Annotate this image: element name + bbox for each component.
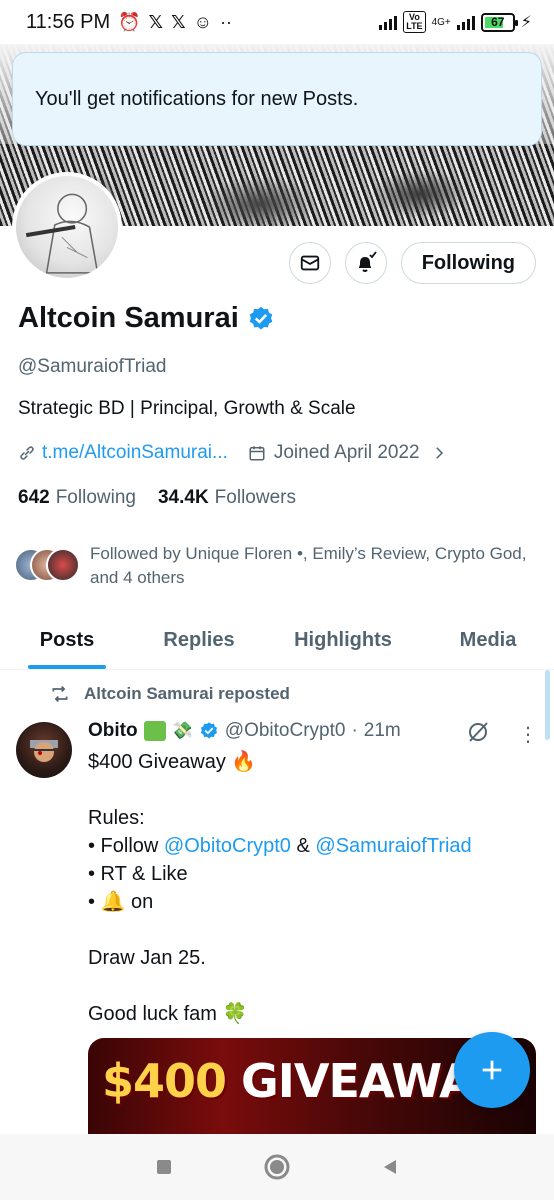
followers-count-link[interactable]: 34.4K Followers	[158, 487, 296, 509]
profile-meta: t.me/AltcoinSamurai... Joined April 2022	[18, 442, 448, 464]
following-count-link[interactable]: 642 Following	[18, 487, 136, 509]
status-right: Vo LTE 4G+ 67 ⚡	[379, 11, 532, 33]
status-time: 11:56 PM	[26, 10, 111, 33]
verified-badge-icon	[249, 306, 273, 329]
following-button[interactable]: Following	[400, 242, 536, 284]
signal-icon	[456, 14, 475, 30]
repost-label[interactable]: Altcoin Samurai reposted	[84, 684, 290, 704]
tweet-line: • Follow @ObitoCrypt0 & @SamuraiofTriad	[88, 832, 472, 860]
battery-icon: 67	[480, 12, 518, 32]
grok-icon[interactable]	[466, 720, 490, 744]
more-icon[interactable]: ⋮	[518, 722, 538, 747]
avatar	[46, 548, 80, 582]
profile-avatar[interactable]	[12, 172, 122, 282]
profile-joined: Joined April 2022	[273, 442, 420, 463]
more-notifications-icon: ··	[219, 11, 232, 32]
battery-level: 67	[491, 15, 505, 29]
tab-posts[interactable]: Posts	[0, 612, 134, 669]
tweet-text-fragment: &	[290, 835, 316, 857]
followed-by[interactable]: Followed by Unique Floren •, Emily’s Rev…	[14, 542, 540, 590]
followers-count: 34.4K	[157, 487, 209, 508]
chevron-right-icon[interactable]	[430, 444, 448, 462]
repost-icon	[52, 685, 68, 703]
image-giveaway-text: $400 GIVEAWAY	[102, 1054, 503, 1108]
message-button[interactable]	[288, 242, 331, 284]
bell-check-icon	[358, 251, 377, 272]
profile-link[interactable]: t.me/AltcoinSamurai...	[42, 442, 228, 464]
status-notification-icons: ⏰ 𝕏 𝕏 ☺ ··	[118, 12, 232, 33]
tweet-text: $400 Giveaway 🔥 Rules: • Follow @ObitoCr…	[88, 748, 472, 1028]
tweet-line: Draw Jan 25.	[88, 947, 206, 969]
network-type: 4G+	[431, 16, 451, 28]
following-label: Following	[55, 487, 136, 508]
mention-link[interactable]: @ObitoCrypt0	[164, 835, 291, 857]
notifications-button[interactable]	[344, 242, 387, 284]
tweet-author-name[interactable]: Obito	[88, 720, 138, 742]
mail-icon	[300, 255, 319, 271]
profile-handle: @SamuraiofTriad	[18, 356, 167, 377]
recents-icon[interactable]	[154, 1157, 174, 1177]
avatar-illustration	[25, 193, 99, 274]
alarm-icon: ⏰	[118, 11, 141, 32]
tweet-text-fragment: • Follow	[88, 835, 164, 857]
profile-tabs: Posts Replies Highlights Media	[0, 612, 554, 670]
profile-counts: 642 Following 34.4K Followers	[18, 487, 296, 509]
toast-message: You'll get notifications for new Posts.	[35, 87, 359, 110]
tweet-line: • RT & Like	[88, 863, 188, 885]
profile-name-row: Altcoin Samurai	[18, 302, 275, 335]
tweet-author-handle[interactable]: @ObitoCrypt0	[225, 720, 346, 742]
back-icon[interactable]	[380, 1157, 400, 1177]
tweet-header: Obito 💸 @ObitoCrypt0 · 21m	[88, 720, 401, 742]
profile-bio: Strategic BD | Principal, Growth & Scale	[18, 398, 356, 419]
followers-label: Followers	[214, 487, 296, 508]
image-amount: $400	[102, 1054, 227, 1108]
compose-button[interactable]	[454, 1032, 530, 1108]
tweet-line: Good luck fam 🍀	[88, 1003, 248, 1025]
tweet-separator: ·	[351, 720, 358, 741]
charging-icon: ⚡	[520, 14, 532, 31]
volte-icon: Vo LTE	[403, 11, 426, 33]
verified-badge-icon	[200, 722, 217, 739]
tab-highlights[interactable]: Highlights	[264, 612, 422, 669]
tweet-line: Rules:	[88, 807, 145, 829]
following-count: 642	[18, 487, 50, 508]
smile-icon: ☺	[193, 11, 212, 32]
scrollbar[interactable]	[545, 670, 550, 740]
tweet-time[interactable]: 21m	[364, 720, 401, 742]
x-logo-icon: 𝕏	[148, 11, 164, 32]
tab-replies[interactable]: Replies	[134, 612, 264, 669]
followed-by-text: Followed by Unique Floren •, Emily’s Rev…	[90, 544, 527, 587]
money-emoji-icon: 💸	[171, 721, 193, 740]
x-logo-icon: 𝕏	[171, 11, 186, 32]
tweet-line: • 🔔 on	[88, 891, 154, 913]
mention-link[interactable]: @SamuraiofTriad	[315, 835, 471, 857]
profile-actions: Following	[288, 242, 536, 284]
link-icon	[20, 446, 34, 460]
tweet-author-avatar[interactable]	[16, 722, 72, 778]
system-nav-bar	[0, 1134, 554, 1200]
status-bar: 11:56 PM ⏰ 𝕏 𝕏 ☺ ·· Vo LTE 4G+ 67 ⚡	[0, 0, 554, 44]
calendar-icon	[249, 446, 265, 461]
signal-icon	[379, 14, 398, 30]
tab-media[interactable]: Media	[422, 612, 554, 669]
notification-toast: You'll get notifications for new Posts.	[12, 52, 542, 146]
chart-emoji-icon	[143, 721, 166, 741]
avatar-illustration	[30, 740, 58, 762]
tweet-line: $400 Giveaway 🔥	[88, 751, 257, 773]
repost-indicator: Altcoin Samurai reposted	[50, 684, 290, 704]
plus-icon	[482, 1060, 502, 1080]
profile-name: Altcoin Samurai	[18, 302, 239, 334]
followed-by-avatars	[14, 548, 80, 584]
home-icon[interactable]	[263, 1153, 291, 1181]
